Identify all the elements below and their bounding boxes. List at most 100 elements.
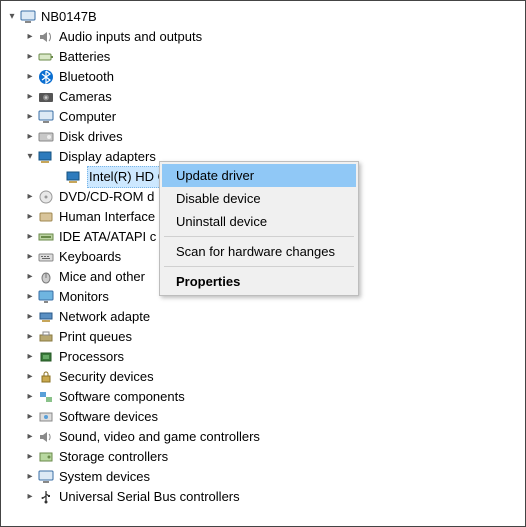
chevron-down-icon[interactable]: ▾ [23,152,37,162]
chevron-down-icon[interactable]: ▾ [5,12,19,22]
tree-item-label: Keyboards [59,247,121,267]
tree-item-system[interactable]: ▸ System devices [5,467,521,487]
chevron-right-icon[interactable]: ▸ [23,452,37,462]
computer-icon [37,109,55,125]
display-adapter-icon [37,149,55,165]
tree-item-sound[interactable]: ▸ Sound, video and game controllers [5,427,521,447]
tree-item-label: Display adapters [59,147,156,167]
chevron-right-icon[interactable]: ▸ [23,492,37,502]
tree-item-security[interactable]: ▸ Security devices [5,367,521,387]
chevron-right-icon[interactable]: ▸ [23,192,37,202]
spacer: ▸ [51,172,65,182]
tree-item-label: Processors [59,347,124,367]
context-menu: Update driver Disable device Uninstall d… [159,161,359,296]
tree-item-label: Security devices [59,367,154,387]
disk-drive-icon [37,129,55,145]
menu-item-label: Disable device [176,191,261,206]
chevron-right-icon[interactable]: ▸ [23,132,37,142]
tree-item-label: DVD/CD-ROM d [59,187,154,207]
processor-icon [37,349,55,365]
sound-icon [37,429,55,445]
camera-icon [37,89,55,105]
chevron-right-icon[interactable]: ▸ [23,272,37,282]
menu-separator [164,266,354,267]
tree-item-label: Universal Serial Bus controllers [59,487,240,507]
system-device-icon [37,469,55,485]
chevron-right-icon[interactable]: ▸ [23,432,37,442]
menu-item-label: Scan for hardware changes [176,244,335,259]
chevron-right-icon[interactable]: ▸ [23,252,37,262]
monitor-icon [37,289,55,305]
tree-root[interactable]: ▾ NB0147B [5,7,521,27]
menu-properties[interactable]: Properties [162,270,356,293]
tree-item-batteries[interactable]: ▸ Batteries [5,47,521,67]
menu-item-label: Uninstall device [176,214,267,229]
menu-item-label: Update driver [176,168,254,183]
chevron-right-icon[interactable]: ▸ [23,412,37,422]
tree-item-label: Computer [59,107,116,127]
chevron-right-icon[interactable]: ▸ [23,52,37,62]
tree-item-label: Cameras [59,87,112,107]
speaker-icon [37,29,55,45]
tree-item-label: Bluetooth [59,67,114,87]
menu-uninstall-device[interactable]: Uninstall device [162,210,356,233]
chevron-right-icon[interactable]: ▸ [23,112,37,122]
tree-item-label: Mice and other [59,267,145,287]
chevron-right-icon[interactable]: ▸ [23,352,37,362]
chevron-right-icon[interactable]: ▸ [23,472,37,482]
menu-scan-hardware[interactable]: Scan for hardware changes [162,240,356,263]
printer-icon [37,329,55,345]
tree-item-label: Print queues [59,327,132,347]
tree-item-storage[interactable]: ▸ Storage controllers [5,447,521,467]
usb-icon [37,489,55,505]
tree-item-label: Disk drives [59,127,123,147]
chevron-right-icon[interactable]: ▸ [23,232,37,242]
tree-item-label: Network adapte [59,307,150,327]
tree-item-label: Software components [59,387,185,407]
chevron-right-icon[interactable]: ▸ [23,32,37,42]
tree-item-usb[interactable]: ▸ Universal Serial Bus controllers [5,487,521,507]
tree-item-swcomp[interactable]: ▸ Software components [5,387,521,407]
tree-item-label: IDE ATA/ATAPI c [59,227,156,247]
tree-item-swdev[interactable]: ▸ Software devices [5,407,521,427]
tree-item-audio[interactable]: ▸ Audio inputs and outputs [5,27,521,47]
mouse-icon [37,269,55,285]
chevron-right-icon[interactable]: ▸ [23,92,37,102]
tree-item-label: Software devices [59,407,158,427]
menu-disable-device[interactable]: Disable device [162,187,356,210]
software-component-icon [37,389,55,405]
tree-item-diskdrives[interactable]: ▸ Disk drives [5,127,521,147]
chevron-right-icon[interactable]: ▸ [23,332,37,342]
tree-item-cameras[interactable]: ▸ Cameras [5,87,521,107]
tree-root-label: NB0147B [41,7,97,27]
menu-separator [164,236,354,237]
tree-item-label: Monitors [59,287,109,307]
chevron-right-icon[interactable]: ▸ [23,72,37,82]
chevron-right-icon[interactable]: ▸ [23,372,37,382]
network-icon [37,309,55,325]
display-adapter-icon [65,169,83,185]
chevron-right-icon[interactable]: ▸ [23,392,37,402]
hid-icon [37,209,55,225]
chevron-right-icon[interactable]: ▸ [23,212,37,222]
security-icon [37,369,55,385]
chevron-right-icon[interactable]: ▸ [23,292,37,302]
tree-item-processors[interactable]: ▸ Processors [5,347,521,367]
chevron-right-icon[interactable]: ▸ [23,312,37,322]
tree-item-label: Human Interface [59,207,155,227]
software-device-icon [37,409,55,425]
tree-item-label: System devices [59,467,150,487]
battery-icon [37,49,55,65]
tree-item-printqueues[interactable]: ▸ Print queues [5,327,521,347]
tree-item-network[interactable]: ▸ Network adapte [5,307,521,327]
dvd-icon [37,189,55,205]
tree-item-bluetooth[interactable]: ▸ Bluetooth [5,67,521,87]
tree-item-label: Audio inputs and outputs [59,27,202,47]
keyboard-icon [37,249,55,265]
bluetooth-icon [37,69,55,85]
menu-update-driver[interactable]: Update driver [162,164,356,187]
storage-controller-icon [37,449,55,465]
tree-item-label: Storage controllers [59,447,168,467]
ide-icon [37,229,55,245]
tree-item-computer[interactable]: ▸ Computer [5,107,521,127]
